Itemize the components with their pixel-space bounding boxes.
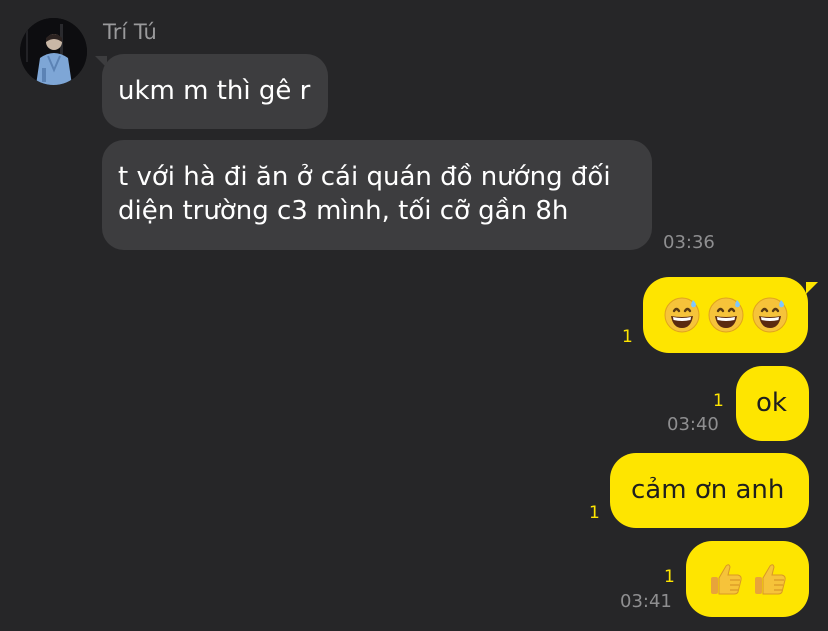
thumbs-up-icon xyxy=(710,564,742,595)
message-text-line: diện trường c3 mình, tối cỡ gần 8h xyxy=(118,196,569,226)
unread-count: 1 xyxy=(622,327,633,347)
contact-name: Trí Tú xyxy=(103,20,157,44)
emoji-group xyxy=(686,541,809,617)
message-text: ok xyxy=(756,388,787,418)
unread-count: 1 xyxy=(589,503,600,523)
unread-count: 1 xyxy=(713,391,724,411)
message-text: ukm m thì gê r xyxy=(118,76,311,106)
message-text: cảm ơn anh xyxy=(631,475,785,505)
chat-view: Trí Tú ukm m thì gê r t với hà đi ăn ở c… xyxy=(0,0,828,631)
message-timestamp: 03:41 xyxy=(620,591,672,612)
message-text-line: t với hà đi ăn ở cái quán đồ nướng đối xyxy=(118,162,611,192)
unread-count: 1 xyxy=(664,567,675,587)
outgoing-message[interactable] xyxy=(643,277,808,353)
grinning-face-with-sweat-icon xyxy=(664,297,699,333)
outgoing-message[interactable]: cảm ơn anh xyxy=(610,453,809,528)
outgoing-message[interactable] xyxy=(686,541,809,617)
outgoing-message[interactable]: ok xyxy=(736,366,809,441)
contact-avatar[interactable] xyxy=(20,18,87,85)
incoming-message[interactable]: t với hà đi ăn ở cái quán đồ nướng đối d… xyxy=(102,140,652,250)
grinning-face-with-sweat-icon xyxy=(752,297,787,333)
incoming-message[interactable]: ukm m thì gê r xyxy=(102,54,328,129)
avatar-photo-icon xyxy=(20,18,87,85)
message-timestamp: 03:40 xyxy=(667,414,719,435)
grinning-face-with-sweat-icon xyxy=(708,297,743,333)
emoji-group xyxy=(643,277,808,353)
thumbs-up-icon xyxy=(754,564,786,595)
message-timestamp: 03:36 xyxy=(663,232,715,253)
